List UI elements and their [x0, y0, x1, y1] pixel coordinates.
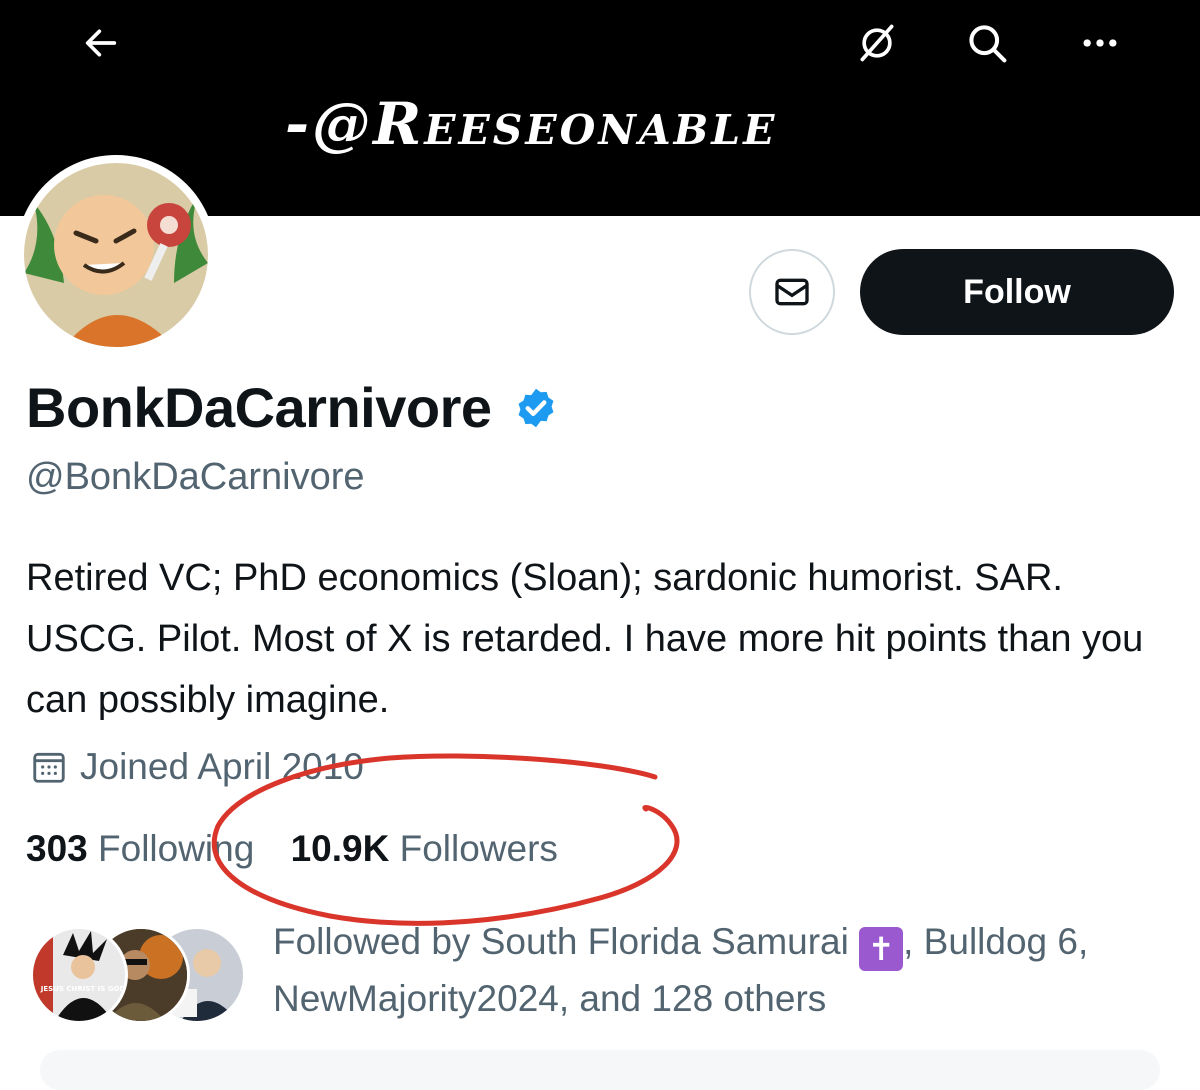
search-icon	[969, 25, 1007, 63]
following-count: 303	[26, 828, 88, 869]
followed-by-text[interactable]: Followed by South Florida Samurai ✝, Bul…	[273, 914, 1173, 1027]
profile-bio: Retired VC; PhD economics (Sloan); sardo…	[26, 557, 1144, 721]
verified-badge-icon[interactable]	[514, 386, 558, 430]
search-button[interactable]	[962, 18, 1012, 68]
no-translate-icon	[860, 24, 894, 62]
next-section-card	[40, 1050, 1160, 1090]
followed-by-prefix: Followed by South Florida Samurai	[273, 921, 849, 962]
mutual-followers-avatars[interactable]: JESUS CHRIST IS GOD	[30, 926, 250, 1024]
followers-count: 10.9K	[290, 828, 390, 869]
profile-avatar[interactable]	[16, 155, 216, 355]
followers-link[interactable]: 10.9K Followers	[291, 828, 558, 870]
follow-stats: 303 Following 10.9K Followers	[26, 828, 558, 870]
joined-label: Joined April 2010	[80, 746, 364, 787]
cross-emoji-icon: ✝	[859, 927, 904, 971]
banner-watermark: -@Reeseonable	[285, 90, 778, 158]
translate-button[interactable]	[852, 18, 902, 68]
calendar-icon	[33, 752, 65, 783]
mail-icon	[775, 278, 809, 306]
back-arrow-icon	[85, 29, 117, 57]
following-link[interactable]: 303 Following	[26, 828, 254, 870]
follow-button[interactable]: Follow	[860, 249, 1174, 335]
following-label: Following	[98, 828, 255, 869]
avatar-image	[24, 163, 208, 347]
mutual-avatar-1-text: JESUS CHRIST IS GOD	[40, 985, 125, 993]
message-button[interactable]	[749, 249, 835, 335]
more-button[interactable]	[1075, 18, 1125, 68]
name-row: BonkDaCarnivore	[26, 375, 558, 440]
back-button[interactable]	[76, 18, 126, 68]
display-name: BonkDaCarnivore	[26, 376, 492, 439]
more-icon	[1083, 39, 1117, 47]
joined-date: Joined April 2010	[30, 746, 364, 788]
mutual-avatar-1: JESUS CHRIST IS GOD	[30, 926, 128, 1024]
followers-label: Followers	[399, 828, 558, 869]
user-handle: @BonkDaCarnivore	[26, 456, 365, 498]
